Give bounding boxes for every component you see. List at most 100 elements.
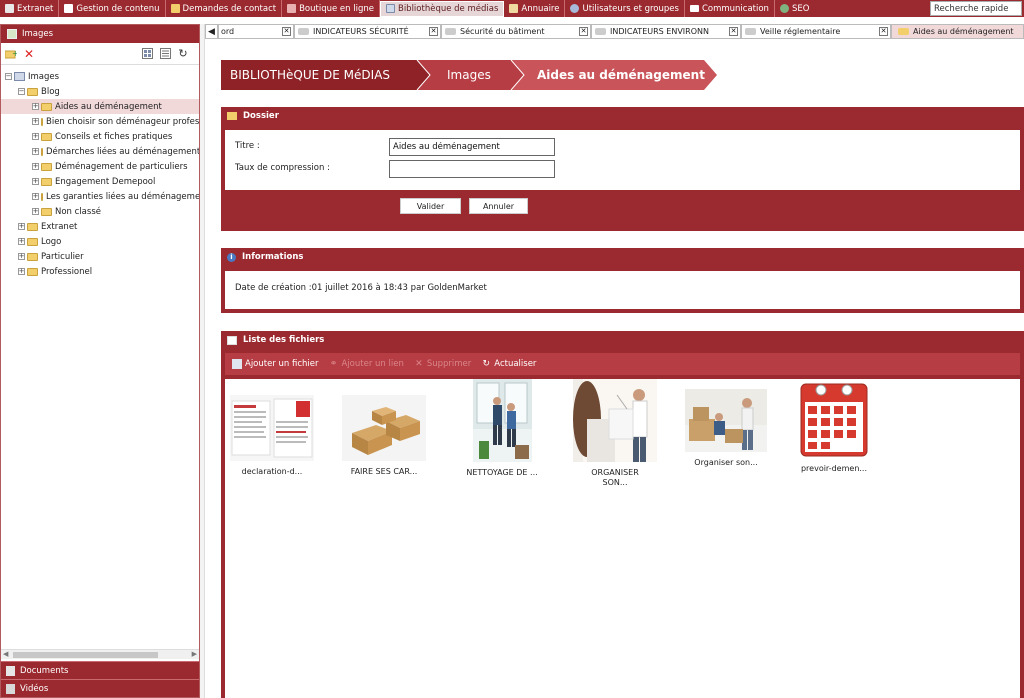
expand-icon[interactable]: + <box>32 193 39 200</box>
tab-securite-batiment[interactable]: Sécurité du bâtiment ✕ <box>441 24 591 39</box>
tree-node-demarches[interactable]: + Démarches liées au déménagement <box>1 144 199 159</box>
file-thumbnail <box>472 379 532 462</box>
tree-node-garanties[interactable]: + Les garanties liées au déménagement <box>1 189 199 204</box>
file-item[interactable]: ORGANISER SON... <box>560 379 670 488</box>
valider-button[interactable]: Valider <box>400 198 461 214</box>
delete-icon: ✕ <box>415 359 423 369</box>
tree-node-particulier[interactable]: + Particulier <box>1 249 199 264</box>
tree-node-extranet[interactable]: + Extranet <box>1 219 199 234</box>
menu-boutique[interactable]: Boutique en ligne <box>282 0 380 17</box>
expand-icon[interactable]: + <box>32 103 39 110</box>
scrollbar-thumb[interactable] <box>13 652 158 658</box>
tab-veille-reglementaire[interactable]: Veille réglementaire ✕ <box>741 24 891 39</box>
menu-communication[interactable]: Communication <box>685 0 775 17</box>
delete-button[interactable]: ✕ Supprimer <box>414 359 471 369</box>
compression-input[interactable] <box>389 160 555 178</box>
tree-horizontal-scrollbar[interactable]: ◀ ▶ <box>1 649 199 659</box>
collapse-icon[interactable]: − <box>5 73 12 80</box>
close-icon[interactable]: ✕ <box>579 27 588 36</box>
tab-aides-demenagement[interactable]: Aides au déménagement <box>891 24 1024 39</box>
breadcrumb-root[interactable]: BIBLIOTHèQUE DE MéDIAS <box>230 60 415 90</box>
tree-node-logo[interactable]: + Logo <box>1 234 199 249</box>
breadcrumb-current: Aides au déménagement <box>537 68 705 82</box>
file-name: NETTOYAGE DE ... <box>466 468 538 477</box>
quick-search-input[interactable] <box>930 1 1022 16</box>
tree-node-engagement[interactable]: + Engagement Demepool <box>1 174 199 189</box>
tab-indicateurs-securite[interactable]: INDICATEURS SÉCURITÉ ✕ <box>294 24 441 39</box>
menu-bibliotheque[interactable]: Bibliothèque de médias <box>379 0 505 17</box>
menu-extranet[interactable]: Extranet <box>0 0 60 17</box>
expand-icon[interactable]: + <box>18 268 25 275</box>
expand-icon[interactable]: + <box>18 223 25 230</box>
file-item[interactable]: Organiser son... <box>671 389 781 468</box>
collapse-icon[interactable]: − <box>18 88 25 95</box>
tree-label: Blog <box>41 86 60 97</box>
tree-node-particuliers[interactable]: + Déménagement de particuliers <box>1 159 199 174</box>
file-item[interactable]: declaration-d... <box>217 395 327 477</box>
add-link-button[interactable]: ⚭ Ajouter un lien <box>329 359 404 369</box>
tab-ord[interactable]: ord ✕ <box>218 24 294 39</box>
file-thumbnail <box>342 395 426 461</box>
panel-documents[interactable]: Documents <box>1 661 199 679</box>
tree-node-conseils[interactable]: + Conseils et fiches pratiques <box>1 129 199 144</box>
close-icon[interactable]: ✕ <box>282 27 291 36</box>
tree-node-images[interactable]: − Images <box>1 69 199 84</box>
expand-icon[interactable]: + <box>32 148 39 155</box>
tree-label: Professionel <box>41 266 93 277</box>
expand-icon[interactable]: + <box>18 253 25 260</box>
tree-node-aides-demenagement[interactable]: + Aides au déménagement <box>1 99 199 114</box>
refresh-button[interactable]: ↻ Actualiser <box>481 359 537 369</box>
tree-label: Extranet <box>41 221 78 232</box>
panel-videos[interactable]: Vidéos <box>1 679 199 697</box>
menu-gestion-contenu[interactable]: Gestion de contenu <box>59 0 166 17</box>
folder-icon <box>41 192 43 201</box>
menu-label: SEO <box>791 3 810 14</box>
close-icon[interactable]: ✕ <box>879 27 888 36</box>
expand-icon[interactable]: + <box>18 238 25 245</box>
film-icon <box>6 683 15 694</box>
tree-node-blog[interactable]: − Blog <box>1 84 199 99</box>
breadcrumb-images[interactable]: Images <box>447 60 491 90</box>
main-content: BIBLIOTHèQUE DE MéDIAS Images Aides au d… <box>221 60 1024 698</box>
panel-header-images[interactable]: Images <box>1 25 199 43</box>
tree-node-non-classe[interactable]: + Non classé <box>1 204 199 219</box>
menu-demandes-contact[interactable]: Demandes de contact <box>166 0 283 17</box>
folder-icon <box>41 147 43 156</box>
scroll-right-icon[interactable]: ▶ <box>192 650 197 658</box>
grid-view-icon[interactable] <box>141 48 153 60</box>
file-item[interactable]: prevoir-demen... <box>779 380 889 474</box>
panel-splitter[interactable] <box>200 24 205 698</box>
titre-input[interactable] <box>389 138 555 156</box>
annuler-button[interactable]: Annuler <box>469 198 528 214</box>
menu-seo[interactable]: SEO <box>775 0 814 17</box>
folder-icon <box>41 132 52 141</box>
menu-utilisateurs[interactable]: Utilisateurs et groupes <box>565 0 685 17</box>
delete-icon[interactable]: ✕ <box>23 47 35 61</box>
tree-label: Logo <box>41 236 62 247</box>
list-view-icon[interactable] <box>159 48 171 60</box>
add-folder-icon[interactable]: + <box>5 48 17 60</box>
folder-icon <box>41 102 52 111</box>
tab-indicateurs-environn[interactable]: INDICATEURS ENVIRONN ✕ <box>591 24 741 39</box>
expand-icon[interactable]: + <box>32 178 39 185</box>
expand-icon[interactable]: + <box>32 118 39 125</box>
expand-icon[interactable]: + <box>32 163 39 170</box>
tree-label: Aides au déménagement <box>55 101 162 112</box>
expand-icon[interactable]: + <box>32 208 39 215</box>
folder-icon <box>898 28 909 35</box>
menu-annuaire[interactable]: Annuaire <box>504 0 566 17</box>
tree-node-bien-choisir[interactable]: + Bien choisir son déménageur professionn… <box>1 114 199 129</box>
close-icon[interactable]: ✕ <box>429 27 438 36</box>
refresh-icon[interactable]: ↻ <box>177 47 189 60</box>
close-icon[interactable]: ✕ <box>729 27 738 36</box>
tree-node-professionel[interactable]: + Professionel <box>1 264 199 279</box>
home-icon <box>509 4 519 13</box>
scroll-left-icon[interactable]: ◀ <box>3 650 8 658</box>
tab-scroll-left-icon[interactable]: ◀ <box>205 24 218 39</box>
file-item[interactable]: NETTOYAGE DE ... <box>447 379 557 478</box>
add-file-button[interactable]: Ajouter un fichier <box>232 359 319 369</box>
file-name: FAIRE SES CAR... <box>350 467 418 476</box>
file-item[interactable]: FAIRE SES CAR... <box>329 395 439 477</box>
tree-label: Images <box>28 71 60 82</box>
expand-icon[interactable]: + <box>32 133 39 140</box>
